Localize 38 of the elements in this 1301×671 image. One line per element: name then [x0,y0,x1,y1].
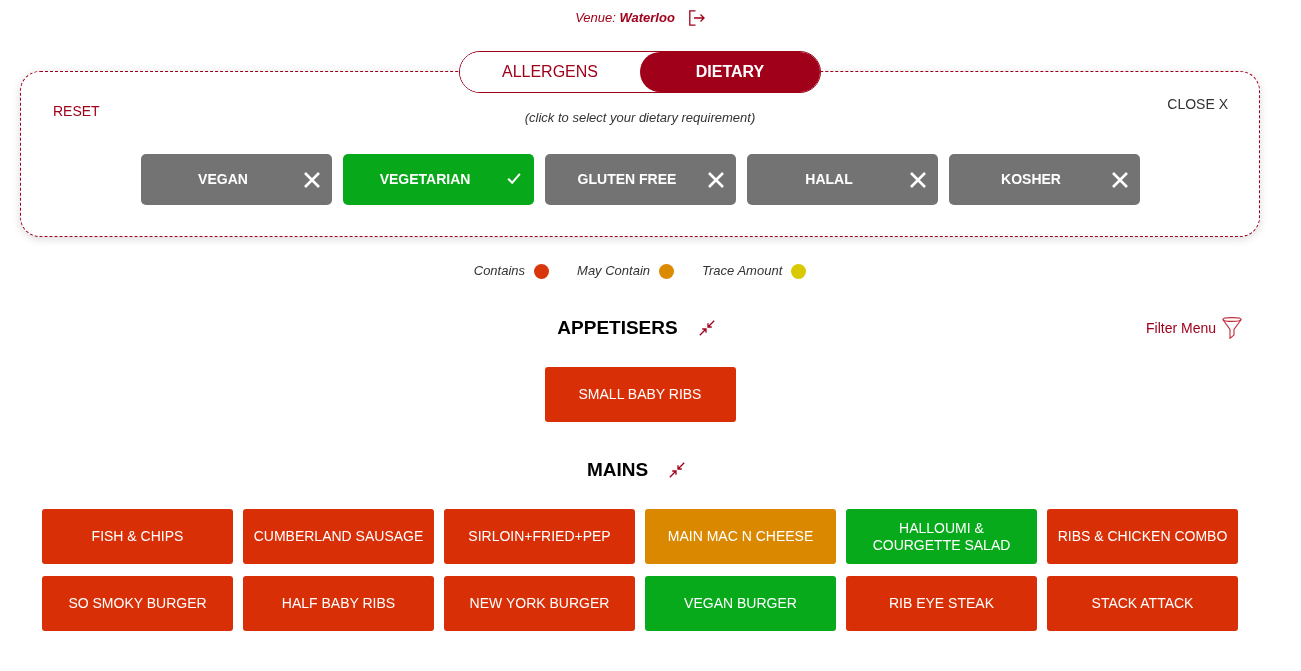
hint-text: (click to select your dietary requirement) [524,110,756,126]
filter-menu-link[interactable]: Filter Menu [1145,317,1242,339]
mode-tab[interactable]: DIETARY [640,52,820,92]
dietary-option[interactable]: VEGAN [140,154,332,205]
dietary-option[interactable]: KOSHER [948,154,1140,205]
menu-item[interactable]: CUMBERLAND SAUSAGE [243,509,434,564]
legend-label: May Contain [577,263,651,279]
menu-item[interactable]: FISH & CHIPS [42,509,233,564]
menu-item[interactable]: SO SMOKY BURGER [42,576,233,631]
menu-item[interactable]: HALF BABY RIBS [243,576,434,631]
menu-item[interactable]: STACK ATTACK [1047,576,1238,631]
menu-item[interactable]: RIB EYE STEAK [846,576,1037,631]
check-icon [505,173,522,186]
close-button[interactable]: CLOSE X [1167,96,1228,112]
close-icon [909,171,926,188]
legend-label: Trace Amount [702,263,783,279]
menu-item[interactable]: RIBS & CHICKEN COMBO [1047,509,1238,564]
close-icon [303,171,320,188]
filter-icon [1222,317,1242,339]
logout-icon[interactable] [688,10,705,26]
menu-item[interactable]: HALLOUMI & COURGETTE SALAD [846,509,1037,564]
legend-label: Contains [473,263,526,279]
dietary-option[interactable]: HALAL [746,154,938,205]
menu-item[interactable]: VEGAN BURGER [645,576,836,631]
menu-item[interactable]: SIRLOIN+FRIED+PEP [444,509,635,564]
compress-arrows-icon[interactable] [669,462,686,478]
reset-button[interactable]: RESET [53,96,100,126]
section-heading: APPETISERS [557,316,678,340]
menu-item[interactable]: NEW YORK BURGER [444,576,635,631]
dietary-option[interactable]: VEGETARIAN [342,154,534,205]
compress-arrows-icon[interactable] [698,320,715,336]
venue-label: Venue: Waterloo [575,10,675,26]
close-icon [1111,171,1128,188]
dietary-option[interactable]: GLUTEN FREE [544,154,736,205]
section-heading: MAINS [586,458,649,482]
close-icon [707,171,724,188]
menu-item[interactable]: SMALL BABY RIBS [544,367,736,422]
menu-item[interactable]: MAIN MAC N CHEESE [645,509,836,564]
